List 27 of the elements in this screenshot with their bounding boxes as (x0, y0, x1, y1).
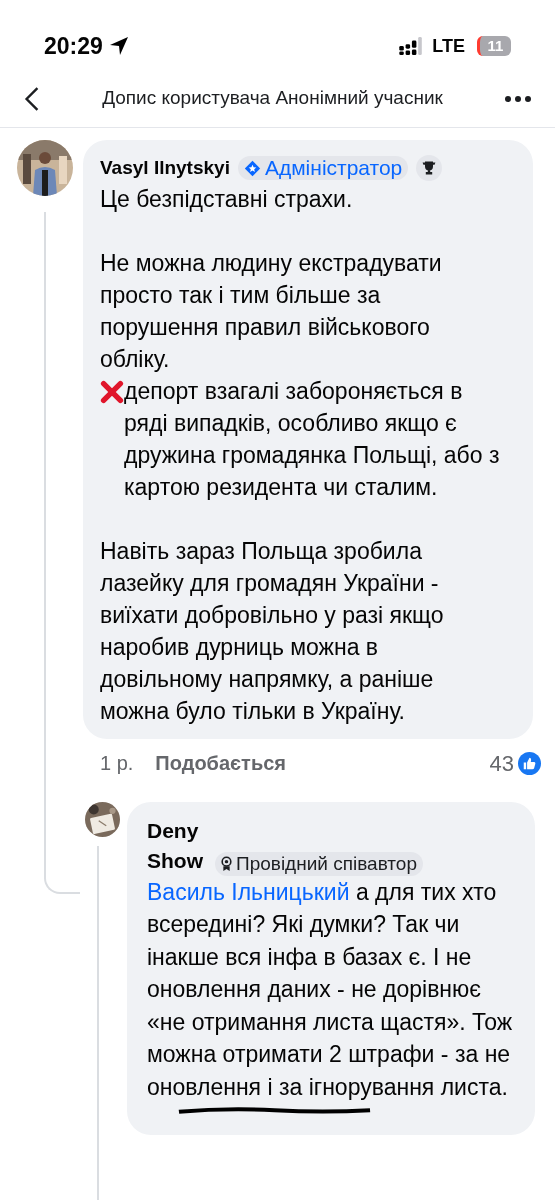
mention-link[interactable]: Василь Ільницький (147, 878, 350, 905)
back-icon[interactable] (24, 85, 40, 112)
like-link[interactable]: Подобається (155, 748, 286, 778)
role-badge: Провідний співавтор (215, 851, 423, 876)
author-name[interactable]: Vasyl Ilnytskyi (100, 154, 230, 183)
user-avatar[interactable] (17, 140, 73, 196)
like-icon[interactable] (518, 751, 541, 775)
battery-indicator: 11 (477, 36, 511, 56)
user-avatar[interactable] (85, 801, 120, 837)
location-arrow-icon (108, 36, 129, 56)
comment-time: 1 р. (100, 751, 134, 776)
medal-icon (221, 855, 232, 872)
signal-icon (398, 37, 425, 55)
reaction-count: 43 (489, 749, 514, 778)
cross-mark-icon (100, 379, 124, 404)
role-badge: Адміністратор (237, 156, 409, 181)
comment-text: Не можна людину екстрадувати просто так і тим більше за порушення правил військового обліку. (100, 248, 443, 374)
comment-text: Василь Ільницький а для тих хто всередині? Які думки? Так чи інакше вся інфа в базах є. І не оновлення даних - не дорівнює «не отримання листа щастя». Тож можна отримати 2 штрафи - за не оновлення і за ігнорування листа. (147, 877, 513, 1102)
comment-text: Навіть зараз Польща зробила лазейку для громадян України - виїхати добровільно у разі якщо наробив дурниць можна в довільному напрямку, а раніше можна було тільки в Україну. (100, 536, 445, 726)
network-label: LTE (432, 34, 465, 58)
clock-time: 20:29 (44, 31, 103, 61)
comment-text: депорт взагалі забороняється в ряді випадків, особливо якщо є дружина громадянка Польщі, або з картою резидента чи сталим. (124, 376, 501, 502)
more-icon[interactable] (505, 95, 531, 102)
comment-text: Це безпідставні страхи. (100, 184, 353, 214)
page-title: Допис користувача Анонімний учасник (101, 86, 444, 111)
diamond-star-icon (243, 159, 261, 177)
author-name[interactable]: Deny Show (147, 815, 209, 876)
